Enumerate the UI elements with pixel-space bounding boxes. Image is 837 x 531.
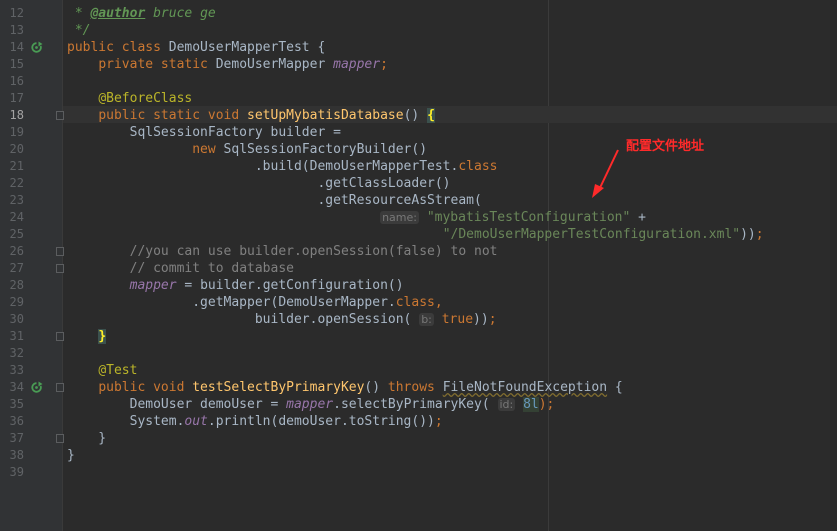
run-test-icon[interactable] <box>30 381 44 394</box>
code-line[interactable]: 22 .getClassLoader() <box>0 175 837 192</box>
code-line[interactable]: 39 <box>0 464 837 481</box>
line-number: 21 <box>9 159 24 173</box>
code-text: .getMapper(DemoUserMapper.class, <box>67 295 443 310</box>
code-line[interactable]: 34 public void testSelectByPrimaryKey() … <box>0 379 837 396</box>
line-number: 36 <box>9 414 24 428</box>
line-number: 18 <box>9 108 24 122</box>
code-text: @Test <box>98 363 138 378</box>
code-text: SqlSessionFactory builder = <box>67 125 341 140</box>
code-text: new SqlSessionFactoryBuilder() <box>192 142 428 157</box>
code-line[interactable]: 19 SqlSessionFactory builder = <box>0 124 837 141</box>
code-text: // commit to database <box>129 261 294 276</box>
fold-marker-icon[interactable] <box>56 111 64 120</box>
code-line[interactable]: 16 <box>0 73 837 90</box>
code-line[interactable]: 20 new SqlSessionFactoryBuilder() <box>0 141 837 158</box>
code-text: DemoUser demoUser = mapper.selectByPrima… <box>67 397 555 412</box>
line-number: 34 <box>9 380 24 394</box>
line-number: 24 <box>9 210 24 224</box>
code-text: public void testSelectByPrimaryKey() thr… <box>98 380 623 395</box>
fold-marker-icon[interactable] <box>56 332 64 341</box>
line-number: 25 <box>9 227 24 241</box>
code-line[interactable]: 37 } <box>0 430 837 447</box>
line-number: 29 <box>9 295 24 309</box>
red-arrow-icon <box>592 149 619 198</box>
code-text: * @author bruce ge <box>67 6 216 21</box>
code-text: public static void setUpMybatisDatabase(… <box>98 108 435 123</box>
code-text: } <box>98 329 107 344</box>
fold-marker-icon[interactable] <box>56 264 64 273</box>
code-text: //you can use builder.openSession(false)… <box>129 244 498 259</box>
code-line[interactable]: 13 */ <box>0 22 837 39</box>
line-number: 38 <box>9 448 24 462</box>
fold-marker-icon[interactable] <box>56 383 64 392</box>
code-text: builder.openSession( b: true)); <box>67 312 497 327</box>
code-line[interactable]: 33 @Test <box>0 362 837 379</box>
code-text: @BeforeClass <box>98 91 193 106</box>
code-line[interactable]: 31 } <box>0 328 837 345</box>
line-number: 27 <box>9 261 24 275</box>
code-text: System.out.println(demoUser.toString()); <box>67 414 443 429</box>
line-number: 26 <box>9 244 24 258</box>
code-line[interactable]: 24 name: "mybatisTestConfiguration" + <box>0 209 837 226</box>
line-number: 12 <box>9 6 24 20</box>
line-number: 14 <box>9 40 24 54</box>
code-text: } <box>67 431 107 446</box>
code-text: public class DemoUserMapperTest { <box>67 40 326 55</box>
code-line[interactable]: 27 // commit to database <box>0 260 837 277</box>
line-number: 13 <box>9 23 24 37</box>
fold-marker-icon[interactable] <box>56 434 64 443</box>
code-line[interactable]: 23 .getResourceAsStream( <box>0 192 837 209</box>
line-number: 16 <box>9 74 24 88</box>
code-line[interactable]: 14 public class DemoUserMapperTest { <box>0 39 837 56</box>
line-number: 37 <box>9 431 24 445</box>
line-number: 30 <box>9 312 24 326</box>
line-number: 17 <box>9 91 24 105</box>
code-line[interactable]: 25 "/DemoUserMapperTestConfiguration.xml… <box>0 226 837 243</box>
code-text: .build(DemoUserMapperTest.class <box>67 159 498 174</box>
line-number: 28 <box>9 278 24 292</box>
annotation-label: 配置文件地址 <box>626 139 705 154</box>
line-number: 33 <box>9 363 24 377</box>
line-number: 15 <box>9 57 24 71</box>
code-text: private static DemoUserMapper mapper; <box>98 57 388 72</box>
line-number: 23 <box>9 193 24 207</box>
code-line[interactable]: 29 .getMapper(DemoUserMapper.class, <box>0 294 837 311</box>
code-line[interactable]: 26 //you can use builder.openSession(fal… <box>0 243 837 260</box>
line-number: 22 <box>9 176 24 190</box>
code-line[interactable]: 28 mapper = builder.getConfiguration() <box>0 277 837 294</box>
line-number: 20 <box>9 142 24 156</box>
code-line[interactable]: 15 private static DemoUserMapper mapper; <box>0 56 837 73</box>
fold-marker-icon[interactable] <box>56 247 64 256</box>
code-text: .getClassLoader() <box>67 176 451 191</box>
code-line[interactable]: 30 builder.openSession( b: true)); <box>0 311 837 328</box>
code-line[interactable]: 36 System.out.println(demoUser.toString(… <box>0 413 837 430</box>
line-number: 19 <box>9 125 24 139</box>
code-line[interactable]: 38} <box>0 447 837 464</box>
code-line[interactable]: 12 * @author bruce ge <box>0 5 837 22</box>
line-number: 32 <box>9 346 24 360</box>
code-text: mapper = builder.getConfiguration() <box>129 278 404 293</box>
code-text: name: "mybatisTestConfiguration" + <box>380 210 654 225</box>
code-text: */ <box>67 23 91 38</box>
line-number: 39 <box>9 465 24 479</box>
code-line[interactable]: 21 .build(DemoUserMapperTest.class <box>0 158 837 175</box>
code-line[interactable]: 35 DemoUser demoUser = mapper.selectByPr… <box>0 396 837 413</box>
line-number: 35 <box>9 397 24 411</box>
code-line[interactable]: 18 public static void setUpMybatisDataba… <box>0 107 837 124</box>
code-line[interactable]: 17 @BeforeClass <box>0 90 837 107</box>
code-text: } <box>67 448 75 463</box>
line-number: 31 <box>9 329 24 343</box>
code-text: "/DemoUserMapperTestConfiguration.xml"))… <box>442 227 764 242</box>
code-text: .getResourceAsStream( <box>67 193 482 208</box>
code-line[interactable]: 32 <box>0 345 837 362</box>
run-test-icon[interactable] <box>30 41 44 54</box>
